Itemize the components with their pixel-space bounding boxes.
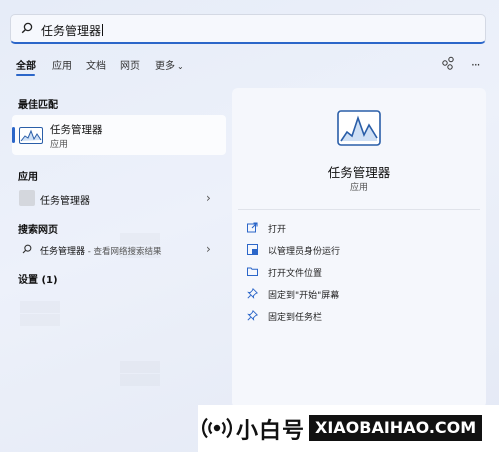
action-label: 固定到任务栏 xyxy=(268,313,323,323)
section-web: 搜索网页 xyxy=(18,225,58,236)
active-tab-indicator xyxy=(16,74,35,76)
tab-apps[interactable]: 应用 xyxy=(52,57,72,72)
detail-title: 任务管理器 xyxy=(327,165,391,180)
chevron-right-icon[interactable]: › xyxy=(206,242,211,256)
radio-icon xyxy=(202,417,232,439)
detail-type: 应用 xyxy=(349,183,368,193)
brand-banner: 小白号 XIAOBAIHAO.COM xyxy=(198,405,499,452)
action-pin-to-taskbar[interactable]: 固定到任务栏 xyxy=(247,308,477,326)
best-match-item[interactable]: 任务管理器 应用 xyxy=(12,115,226,155)
pin-icon xyxy=(247,288,258,299)
task-manager-icon xyxy=(19,127,43,144)
detail-pane: 任务管理器 应用 打开 以管理员身份运行 打开文件位置 固定到"开始"屏幕 固定… xyxy=(232,88,486,408)
action-open[interactable]: 打开 xyxy=(247,220,477,238)
web-result-item[interactable]: 任务管理器 - 查看网络搜索结果 › xyxy=(12,238,226,262)
admin-icon xyxy=(247,244,258,255)
search-icon xyxy=(21,22,33,34)
section-settings[interactable]: 设置 (1) xyxy=(18,271,58,286)
divider xyxy=(238,209,480,210)
web-result-text: 任务管理器 - 查看网络搜索结果 xyxy=(40,247,162,257)
action-open-file-location[interactable]: 打开文件位置 xyxy=(247,264,477,282)
watermark xyxy=(120,360,160,387)
action-label: 固定到"开始"屏幕 xyxy=(268,291,340,301)
search-input[interactable]: 任务管理器 xyxy=(41,22,104,39)
tab-all[interactable]: 全部 xyxy=(16,57,36,72)
brand-domain: XIAOBAIHAO.COM xyxy=(309,415,483,441)
chevron-down-icon: ⌄ xyxy=(177,62,184,71)
section-apps: 应用 xyxy=(18,172,38,183)
app-icon xyxy=(19,190,35,206)
app-result-item[interactable]: 任务管理器 › xyxy=(12,187,226,211)
pin-icon xyxy=(247,310,258,321)
best-match-type: 应用 xyxy=(50,140,69,150)
search-icon xyxy=(22,244,32,254)
brand-name-cn: 小白号 xyxy=(236,419,306,444)
open-icon xyxy=(247,222,258,233)
action-label: 打开文件位置 xyxy=(268,269,323,279)
task-manager-icon xyxy=(337,110,381,146)
action-pin-to-start[interactable]: 固定到"开始"屏幕 xyxy=(247,286,477,304)
tab-more[interactable]: 更多 ⌄ xyxy=(155,57,184,72)
tab-web[interactable]: 网页 xyxy=(120,57,140,72)
share-icon[interactable] xyxy=(441,56,455,70)
section-best-match: 最佳匹配 xyxy=(18,100,58,111)
best-match-name: 任务管理器 xyxy=(50,124,103,136)
action-label: 打开 xyxy=(268,225,287,235)
search-box[interactable]: 任务管理器 xyxy=(10,14,486,44)
watermark xyxy=(20,300,60,327)
tab-documents[interactable]: 文档 xyxy=(86,57,106,72)
more-icon[interactable]: ··· xyxy=(471,58,481,72)
selection-indicator xyxy=(12,127,15,143)
action-label: 以管理员身份运行 xyxy=(268,247,341,257)
folder-icon xyxy=(247,267,258,276)
chevron-right-icon[interactable]: › xyxy=(206,191,211,205)
action-run-as-admin[interactable]: 以管理员身份运行 xyxy=(247,242,477,260)
app-result-name: 任务管理器 xyxy=(40,196,90,207)
